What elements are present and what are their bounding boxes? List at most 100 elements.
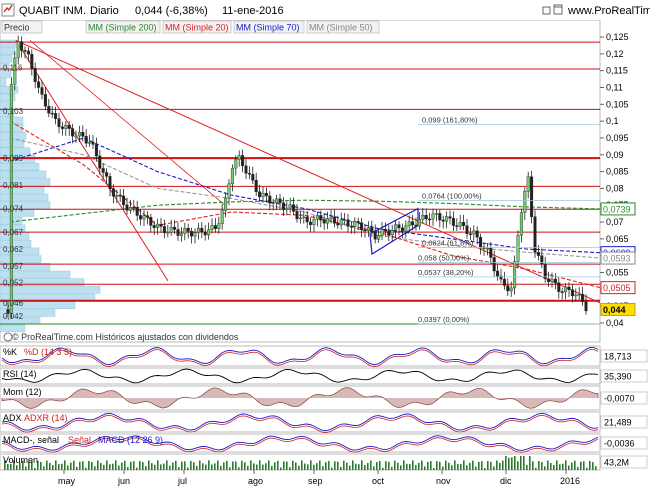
price-tick-label: 0,08 bbox=[606, 183, 624, 193]
volume-bar bbox=[109, 464, 111, 470]
candle-body bbox=[356, 221, 360, 223]
candle-body bbox=[149, 216, 153, 226]
volume-bar bbox=[58, 464, 60, 470]
volume-bar bbox=[352, 460, 354, 470]
candle-body bbox=[264, 192, 268, 197]
month-label: jul bbox=[177, 476, 187, 486]
indicator-value: -0,0036 bbox=[604, 439, 635, 449]
price-badge-ma50[interactable]: 0,0593 bbox=[600, 251, 636, 265]
price-tick-label: 0,09 bbox=[606, 150, 624, 160]
candle-body bbox=[54, 113, 58, 119]
volume-bar bbox=[154, 464, 156, 470]
candle-body bbox=[135, 207, 139, 216]
volume-bar bbox=[472, 460, 474, 470]
volume-bar bbox=[424, 466, 426, 470]
month-label: 2016 bbox=[560, 476, 580, 486]
volume-bar bbox=[508, 457, 510, 470]
candle-body bbox=[329, 216, 333, 219]
price-tick-label: 0,125 bbox=[606, 32, 629, 42]
volume-bar bbox=[286, 461, 288, 470]
volume-bar bbox=[283, 461, 285, 470]
volume-profile-bar bbox=[0, 324, 26, 333]
volume-bar bbox=[79, 461, 81, 470]
candle-body bbox=[506, 285, 510, 292]
candle-body bbox=[203, 231, 207, 236]
price-tick-label: 0,095 bbox=[606, 133, 629, 143]
volume-bar bbox=[64, 460, 66, 470]
price-badge-ma200[interactable]: 0,0739 bbox=[600, 202, 636, 216]
indicator-value: 18,713 bbox=[604, 352, 632, 362]
volume-bar bbox=[25, 466, 27, 470]
volume-bar bbox=[253, 463, 255, 470]
candle-body bbox=[523, 191, 527, 213]
volume-bar bbox=[433, 467, 435, 470]
period-label: Diario bbox=[90, 5, 119, 17]
candle-body bbox=[88, 141, 92, 144]
month-label: may bbox=[58, 476, 76, 486]
volume-bar bbox=[436, 461, 438, 470]
price-badge-last[interactable]: 0,044 bbox=[600, 303, 636, 316]
candle-body bbox=[162, 226, 166, 234]
candle-body bbox=[360, 222, 364, 231]
volume-bar bbox=[346, 462, 348, 470]
volume-bar bbox=[454, 460, 456, 470]
candle-body bbox=[547, 278, 551, 283]
volume-bar bbox=[367, 463, 369, 470]
volume-bar bbox=[82, 461, 84, 470]
legend-ma20: MM (Simple 20) bbox=[165, 23, 229, 33]
candle-body bbox=[305, 216, 309, 223]
candle-body bbox=[30, 53, 34, 69]
price-panel[interactable] bbox=[0, 20, 601, 343]
volume-bar bbox=[76, 466, 78, 470]
candle-body bbox=[128, 207, 132, 211]
fib-label: 0,058 (50,00%) bbox=[418, 253, 470, 262]
candle-body bbox=[241, 155, 245, 167]
title-bar: QUABIT INM. Diario 0,044 (-6,38%) 11-ene… bbox=[0, 0, 650, 20]
volume-bar bbox=[514, 456, 516, 470]
price-badge-ma20[interactable]: 0,0505 bbox=[600, 281, 636, 295]
candle-body bbox=[122, 195, 126, 206]
volume-bar bbox=[532, 461, 534, 470]
volume-profile-bar bbox=[0, 85, 19, 94]
price-tick-label: 0,065 bbox=[606, 234, 629, 244]
indicator-panel-0: %K %D (14 3 5) 18,713 bbox=[0, 345, 648, 368]
volume-bar bbox=[589, 460, 591, 470]
chart-icon[interactable] bbox=[1, 3, 15, 17]
volume-bar bbox=[415, 465, 417, 470]
candle-body bbox=[315, 215, 319, 220]
price-badge-label: 0,0593 bbox=[603, 254, 631, 264]
candle-body bbox=[431, 213, 435, 220]
candle-body bbox=[173, 226, 177, 230]
candle-body bbox=[455, 225, 459, 227]
price-tick-label: 0,04 bbox=[606, 318, 624, 328]
volume-bar bbox=[421, 460, 423, 470]
candle-body bbox=[234, 159, 238, 169]
instrument-title: QUABIT INM. bbox=[19, 5, 86, 17]
volume-bar bbox=[466, 465, 468, 470]
volume-bar bbox=[241, 460, 243, 470]
volume-bar bbox=[403, 460, 405, 470]
candle-body bbox=[210, 225, 214, 230]
volume-bar bbox=[574, 460, 576, 470]
candle-body bbox=[237, 155, 241, 160]
candle-body bbox=[557, 282, 561, 292]
volume-bar bbox=[118, 465, 120, 470]
candle-body bbox=[213, 225, 217, 229]
volume-bar bbox=[262, 464, 264, 470]
volume-bar bbox=[247, 465, 249, 470]
candle-body bbox=[309, 221, 313, 225]
volume-bar bbox=[187, 467, 189, 470]
legend-ma200: MM (Simple 200) bbox=[88, 23, 157, 33]
candle-body bbox=[176, 229, 180, 236]
candle-body bbox=[190, 231, 194, 237]
volume-bar bbox=[256, 464, 258, 470]
volume-bar bbox=[526, 464, 528, 470]
volume-bar bbox=[550, 463, 552, 470]
candle-body bbox=[479, 237, 483, 248]
candle-body bbox=[380, 229, 384, 236]
volume-bar bbox=[193, 462, 195, 470]
indicator-panel-2: Mom (12) -0,0070 bbox=[0, 385, 648, 411]
volume-bar bbox=[40, 461, 42, 470]
indicator-label: RSI (14) bbox=[3, 369, 37, 379]
candle-body bbox=[275, 198, 279, 203]
